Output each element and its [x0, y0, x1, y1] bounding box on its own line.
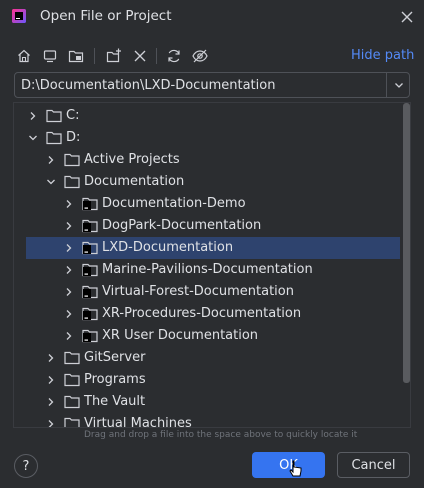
show-hidden-button[interactable] [190, 45, 210, 67]
project-folder-icon [82, 219, 98, 233]
help-button[interactable]: ? [14, 454, 38, 478]
chevron-down-icon[interactable] [28, 133, 38, 143]
app-icon [12, 9, 26, 23]
project-directory-icon [68, 50, 84, 63]
refresh-button[interactable] [164, 45, 184, 67]
toolbar-separator [156, 48, 157, 64]
chevron-right-icon[interactable] [46, 155, 56, 165]
hide-path-link[interactable]: Hide path [351, 48, 414, 63]
tree-row-label: Documentation [84, 174, 185, 189]
tree-row[interactable]: XR-Procedures-Documentation [14, 303, 410, 325]
tree-row[interactable]: Documentation [14, 171, 410, 193]
desktop-icon [43, 50, 57, 63]
chevron-right-icon[interactable] [64, 331, 74, 341]
tree-row[interactable]: D: [14, 127, 410, 149]
chevron-right-icon[interactable] [46, 397, 56, 407]
folder-icon [64, 175, 80, 189]
chevron-right-icon[interactable] [64, 309, 74, 319]
project-folder-icon [82, 263, 98, 277]
chevron-right-icon[interactable] [64, 243, 74, 253]
new-folder-icon [106, 48, 121, 63]
project-folder-icon [82, 241, 98, 255]
tree-row-label: C: [66, 108, 80, 123]
folder-icon [64, 351, 80, 365]
project-folder-icon [82, 197, 98, 211]
tree-row[interactable]: Active Projects [14, 149, 410, 171]
drag-drop-hint: Drag and drop a file into the space abov… [84, 430, 358, 440]
tree-row-label: Marine-Pavilions-Documentation [102, 262, 313, 277]
help-label: ? [22, 458, 30, 474]
chevron-right-icon[interactable] [46, 419, 56, 428]
chevron-right-icon[interactable] [28, 111, 38, 121]
file-chooser-toolbar [14, 45, 214, 67]
tree-row[interactable]: C: [14, 105, 410, 127]
tree-row-label: LXD-Documentation [102, 240, 234, 255]
chevron-down-icon[interactable] [46, 177, 56, 187]
tree-row-label: Documentation-Demo [102, 196, 246, 211]
path-input[interactable] [15, 73, 385, 97]
new-folder-button[interactable] [104, 45, 124, 67]
tree-row-selected[interactable]: LXD-Documentation [26, 237, 400, 259]
chevron-right-icon[interactable] [64, 287, 74, 297]
project-folder-icon [82, 285, 98, 299]
path-dropdown-button[interactable] [386, 73, 410, 97]
tree-row[interactable]: XR User Documentation [14, 325, 410, 347]
tree-row-label: Virtual Machines [84, 416, 192, 428]
tree-row-label: The Vault [84, 394, 146, 409]
tree-row-label: GitServer [84, 350, 146, 365]
mouse-cursor-icon [289, 460, 302, 477]
tree-row-label: XR-Procedures-Documentation [102, 306, 302, 321]
close-icon[interactable] [398, 8, 416, 26]
tree-row[interactable]: Virtual-Forest-Documentation [14, 281, 410, 303]
tree-row-label: Programs [84, 372, 146, 387]
chevron-right-icon[interactable] [46, 353, 56, 363]
drive-icon [46, 131, 62, 145]
project-folder-icon [82, 307, 98, 321]
tree-row[interactable]: DogPark-Documentation [14, 215, 410, 237]
tree-row-label: D: [66, 130, 81, 145]
desktop-button[interactable] [40, 45, 60, 67]
project-directory-button[interactable] [66, 45, 86, 67]
delete-icon [134, 50, 146, 62]
title-bar: Open File or Project [0, 0, 424, 34]
tree-scrollbar[interactable] [403, 103, 410, 383]
path-combobox[interactable] [14, 72, 410, 98]
chevron-right-icon[interactable] [64, 265, 74, 275]
chevron-right-icon[interactable] [64, 199, 74, 209]
chevron-right-icon[interactable] [46, 375, 56, 385]
tree-row[interactable]: The Vault [14, 391, 410, 413]
file-tree[interactable]: C: D: Active Projects Documentation Document… [13, 102, 411, 428]
drive-icon [46, 109, 62, 123]
cancel-label: Cancel [351, 457, 396, 473]
home-icon [18, 49, 30, 63]
tree-row[interactable]: Marine-Pavilions-Documentation [14, 259, 410, 281]
toolbar-separator [94, 48, 95, 64]
tree-row-label: DogPark-Documentation [102, 218, 262, 233]
tree-row[interactable]: Virtual Machines [14, 413, 410, 428]
folder-icon [64, 153, 80, 167]
folder-icon [64, 373, 80, 387]
chevron-down-icon [394, 83, 403, 88]
tree-row-label: XR User Documentation [102, 328, 259, 343]
tree-row[interactable]: GitServer [14, 347, 410, 369]
chevron-right-icon[interactable] [64, 221, 74, 231]
folder-icon [64, 395, 80, 409]
refresh-icon [168, 49, 180, 63]
cancel-button[interactable]: Cancel [337, 452, 410, 478]
tree-row-label: Active Projects [84, 152, 180, 167]
project-folder-icon [82, 329, 98, 343]
tree-row-label: Virtual-Forest-Documentation [102, 284, 294, 299]
show-hidden-icon [192, 49, 208, 63]
delete-button[interactable] [130, 45, 150, 67]
tree-row[interactable]: Documentation-Demo [14, 193, 410, 215]
tree-row[interactable]: Programs [14, 369, 410, 391]
folder-icon [64, 417, 80, 427]
dialog-title: Open File or Project [40, 8, 172, 24]
home-button[interactable] [14, 45, 34, 67]
